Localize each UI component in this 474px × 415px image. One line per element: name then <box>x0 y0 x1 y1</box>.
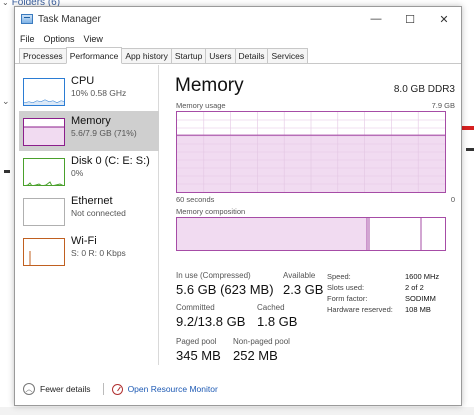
speed-value: 1600 MHz <box>405 272 440 281</box>
cpu-mini-graph <box>23 78 65 106</box>
resource-detail: 0% <box>71 168 84 178</box>
background-mark <box>4 170 10 173</box>
composition-in-use-segment <box>177 218 367 250</box>
non-paged-pool-label: Non-paged pool <box>233 337 290 346</box>
maximize-button[interactable]: ☐ <box>393 7 427 31</box>
background-red-bar <box>462 126 474 130</box>
task-manager-window: Task Manager — ☐ ✕ File Options View Pro… <box>14 6 462 406</box>
resource-name: Wi-Fi <box>71 235 97 247</box>
tab-startup[interactable]: Startup <box>170 48 207 63</box>
memory-composition-label: Memory composition <box>176 207 246 216</box>
resource-item-wifi[interactable]: Wi-Fi S: 0 R: 0 Kbps <box>19 231 159 271</box>
time-axis-end: 0 <box>450 195 455 204</box>
hardware-reserved-label: Hardware reserved: <box>327 305 393 314</box>
background-mark <box>466 148 474 151</box>
resource-item-memory[interactable]: Memory 5.6/7.9 GB (71%) <box>19 111 159 151</box>
tab-bar: Processes Performance App history Startu… <box>15 47 461 64</box>
memory-usage-graph-canvas <box>177 112 445 192</box>
open-resource-monitor-link[interactable]: Open Resource Monitor <box>128 384 218 394</box>
committed-label: Committed <box>176 303 215 312</box>
non-paged-pool-value: 252 MB <box>233 348 278 363</box>
tab-app-history[interactable]: App history <box>121 48 172 63</box>
menu-file[interactable]: File <box>20 34 35 44</box>
task-manager-icon <box>21 14 33 24</box>
resource-item-cpu[interactable]: CPU 10% 0.58 GHz <box>19 71 159 111</box>
title-bar[interactable]: Task Manager — ☐ ✕ <box>15 7 461 31</box>
close-button[interactable]: ✕ <box>427 7 461 31</box>
in-use-value: 5.6 GB (623 MB) <box>176 282 274 297</box>
background-chevron-icon: ⌄ <box>2 96 10 106</box>
resource-detail: S: 0 R: 0 Kbps <box>71 248 126 258</box>
cached-label: Cached <box>257 303 285 312</box>
resource-name: Disk 0 (C: E: S:) <box>71 155 150 167</box>
memory-composition-bar <box>176 217 446 251</box>
fewer-details-button[interactable]: Fewer details <box>40 384 91 394</box>
form-factor-value: SODIMM <box>405 294 436 303</box>
resource-detail: 10% 0.58 GHz <box>71 88 127 98</box>
window-title: Task Manager <box>38 13 101 25</box>
wifi-mini-graph <box>23 238 65 266</box>
memory-usage-graph <box>176 111 446 193</box>
resource-monitor-icon <box>111 383 123 395</box>
footer-bar: ︿ Fewer details Open Resource Monitor <box>15 377 461 401</box>
resource-name: Ethernet <box>71 195 113 207</box>
slots-used-value: 2 of 2 <box>405 283 424 292</box>
chevron-down-icon: ⌄ <box>2 0 9 7</box>
resource-name: CPU <box>71 75 95 87</box>
background-strip <box>0 407 474 415</box>
memory-mini-graph <box>23 118 65 146</box>
memory-composition-canvas <box>177 218 422 250</box>
detail-title: Memory <box>175 75 244 96</box>
menu-view[interactable]: View <box>84 34 103 44</box>
menu-options[interactable]: Options <box>44 34 75 44</box>
cached-value: 1.8 GB <box>257 314 298 329</box>
resource-item-ethernet[interactable]: Ethernet Not connected <box>19 191 159 231</box>
available-value: 2.3 GB <box>283 282 324 297</box>
form-factor-label: Form factor: <box>327 294 368 303</box>
tab-processes[interactable]: Processes <box>19 48 67 63</box>
paged-pool-label: Paged pool <box>176 337 217 346</box>
tab-performance[interactable]: Performance <box>65 47 123 64</box>
memory-spec: 8.0 GB DDR3 <box>393 84 455 95</box>
paged-pool-value: 345 MB <box>176 348 221 363</box>
speed-label: Speed: <box>327 272 351 281</box>
slots-used-label: Slots used: <box>327 283 365 292</box>
resource-detail: Not connected <box>71 208 126 218</box>
resource-name: Memory <box>71 115 111 127</box>
time-axis-label: 60 seconds <box>176 195 215 204</box>
minimize-button[interactable]: — <box>359 7 393 31</box>
chevron-up-icon[interactable]: ︿ <box>23 383 35 395</box>
memory-usage-max: 7.9 GB <box>431 101 455 110</box>
menu-bar: File Options View <box>15 31 461 47</box>
memory-usage-label: Memory usage <box>176 101 226 110</box>
footer-separator <box>102 383 104 395</box>
hardware-reserved-value: 108 MB <box>405 305 431 314</box>
tab-services[interactable]: Services <box>267 48 309 63</box>
tab-users[interactable]: Users <box>205 48 236 63</box>
committed-value: 9.2/13.8 GB <box>176 314 246 329</box>
tab-details[interactable]: Details <box>234 48 269 63</box>
resource-detail: 5.6/7.9 GB (71%) <box>71 128 137 138</box>
disk-mini-graph <box>23 158 65 186</box>
resource-list: CPU 10% 0.58 GHz Memory 5.6/7.9 GB (71%) <box>15 65 159 365</box>
ethernet-mini-graph <box>23 198 65 226</box>
available-label: Available <box>283 271 316 280</box>
resource-item-disk[interactable]: Disk 0 (C: E: S:) 0% <box>19 151 159 191</box>
in-use-label: In use (Compressed) <box>176 271 251 280</box>
